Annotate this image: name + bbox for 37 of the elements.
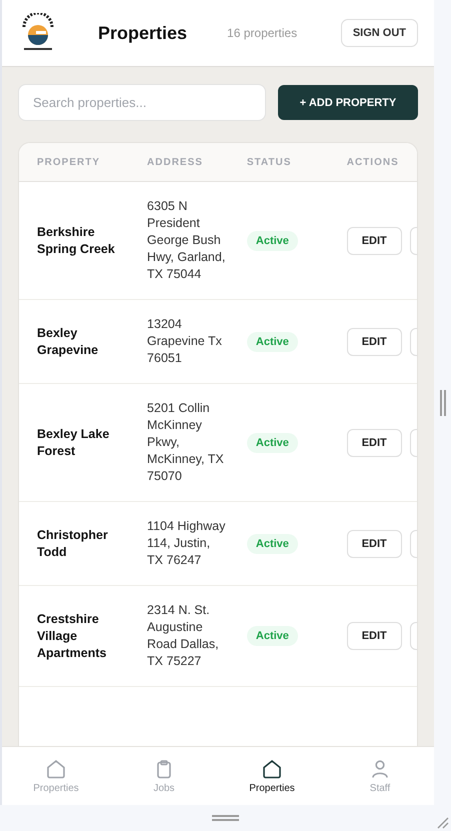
column-header: ADDRESS xyxy=(147,156,203,168)
page-title: Properties xyxy=(98,22,188,44)
edit-button[interactable]: EDIT xyxy=(346,428,402,456)
column-header: PROPERTY xyxy=(37,156,100,168)
resize-handle-icon[interactable] xyxy=(440,390,446,416)
edit-button[interactable]: EDIT xyxy=(346,226,402,254)
search-field[interactable]: Search properties... xyxy=(18,84,266,121)
sign-out-button[interactable]: SIGN OUT xyxy=(340,19,418,47)
property-name: Christopher Todd xyxy=(37,526,109,560)
resize-grip-icon[interactable] xyxy=(437,817,449,829)
column-header: ACTIONS xyxy=(346,156,399,168)
home-icon xyxy=(46,758,66,778)
add-property-button[interactable]: + ADD PROPERTY xyxy=(278,85,418,120)
property-address: 5201 Collin McKinney Pkwy, McKinney, TX 75070 xyxy=(147,400,225,485)
edit-button[interactable]: EDIT xyxy=(346,622,402,650)
property-name: Berkshire Spring Creek xyxy=(37,224,116,258)
property-address: 13204 Grapevine Tx 76051 xyxy=(147,316,223,367)
status-badge: Active xyxy=(246,534,298,554)
edit-button[interactable]: EDIT xyxy=(346,530,402,558)
clipboard-icon xyxy=(154,758,174,778)
edit-button[interactable]: EDIT xyxy=(346,328,402,356)
property-address: 2314 N. St. Augustine Road Dallas, TX 75227 xyxy=(147,602,220,670)
home-icon xyxy=(262,758,282,778)
status-badge: Active xyxy=(246,230,298,250)
status-badge: Active xyxy=(246,626,298,646)
property-address: 6305 N President George Bush Hwy, Garland, TX 75044 xyxy=(147,198,226,283)
status-badge: Active xyxy=(246,432,298,452)
status-badge: Active xyxy=(246,332,298,352)
resize-handle-icon[interactable] xyxy=(212,815,239,821)
person-icon xyxy=(370,758,390,778)
property-count: 16 properties xyxy=(227,26,298,40)
property-name: Crestshire Village Apartments xyxy=(37,610,108,662)
property-name: Bexley Lake Forest xyxy=(37,426,110,460)
nav-tab[interactable]: Properties xyxy=(218,747,326,805)
property-name: Bexley Grapevine xyxy=(37,324,100,358)
column-header: STATUS xyxy=(246,156,292,168)
property-address: 1104 Highway 114, Justin, TX 76247 xyxy=(147,518,226,569)
